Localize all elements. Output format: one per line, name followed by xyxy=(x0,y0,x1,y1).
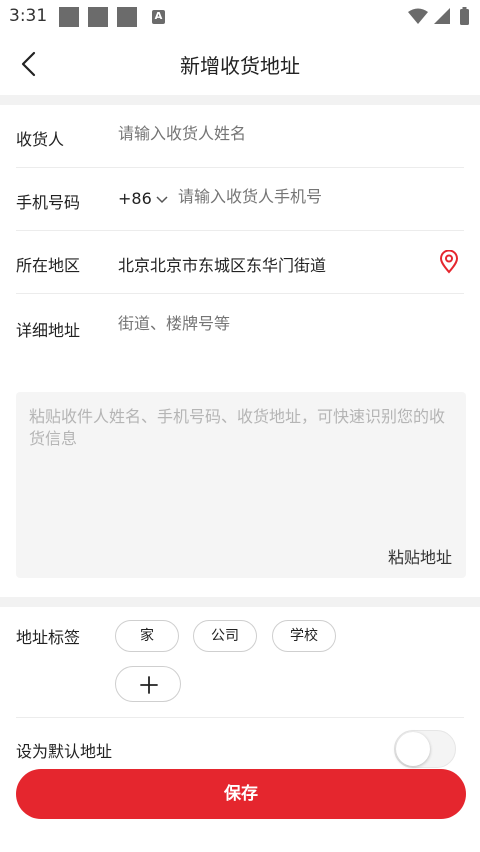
status-bar: 3:31 A xyxy=(0,0,480,34)
section-divider xyxy=(0,95,480,105)
receiver-label: 收货人 xyxy=(16,130,65,149)
notification-square-icon xyxy=(117,7,137,27)
save-button[interactable]: 保存 xyxy=(16,769,466,819)
detail-label: 详细地址 xyxy=(16,321,81,340)
battery-icon xyxy=(460,9,469,25)
plus-icon xyxy=(140,676,158,694)
phone-label: 手机号码 xyxy=(16,193,81,212)
row-divider xyxy=(16,717,464,718)
signal-icon xyxy=(434,8,450,24)
title-bar: 新增收货地址 xyxy=(0,34,480,94)
country-code-value: +86 xyxy=(118,189,152,208)
system-status-icons xyxy=(408,7,469,25)
default-address-toggle[interactable] xyxy=(394,730,456,768)
tag-school[interactable]: 学校 xyxy=(272,620,336,652)
phone-input[interactable] xyxy=(178,187,458,206)
receiver-name-input[interactable] xyxy=(118,124,458,143)
region-value[interactable]: 北京北京市东城区东华门街道 xyxy=(118,252,326,276)
notification-square-icon xyxy=(88,7,108,27)
status-time: 3:31 xyxy=(9,6,48,26)
a-icon: A xyxy=(152,10,165,24)
page-title: 新增收货地址 xyxy=(180,54,300,78)
tag-company[interactable]: 公司 xyxy=(193,620,257,652)
detail-address-input[interactable] xyxy=(118,314,458,333)
section-divider xyxy=(0,597,480,607)
phone-row: 手机号码 +86 xyxy=(0,168,480,231)
location-pin-icon xyxy=(439,249,459,274)
wifi-icon xyxy=(408,8,428,24)
location-pin-button[interactable] xyxy=(438,249,460,278)
tag-home[interactable]: 家 xyxy=(115,620,179,652)
notification-square-icon xyxy=(59,7,79,27)
toggle-knob xyxy=(396,732,430,766)
paste-address-button[interactable]: 粘贴地址 xyxy=(388,544,452,568)
region-label: 所在地区 xyxy=(16,256,81,275)
country-code-select[interactable]: +86 xyxy=(118,189,168,208)
receiver-row: 收货人 xyxy=(0,105,480,168)
default-address-label: 设为默认地址 xyxy=(16,742,113,761)
detail-row: 详细地址 xyxy=(0,294,480,374)
paste-textarea[interactable]: 粘贴收件人姓名、手机号码、收货地址，可快速识别您的收货信息 粘贴地址 xyxy=(16,392,466,578)
tag-label: 地址标签 xyxy=(16,628,81,647)
paste-placeholder: 粘贴收件人姓名、手机号码、收货地址，可快速识别您的收货信息 xyxy=(29,407,446,448)
region-row[interactable]: 所在地区 北京北京市东城区东华门街道 xyxy=(0,231,480,294)
add-tag-button[interactable] xyxy=(115,666,181,702)
chevron-down-icon xyxy=(156,193,168,207)
